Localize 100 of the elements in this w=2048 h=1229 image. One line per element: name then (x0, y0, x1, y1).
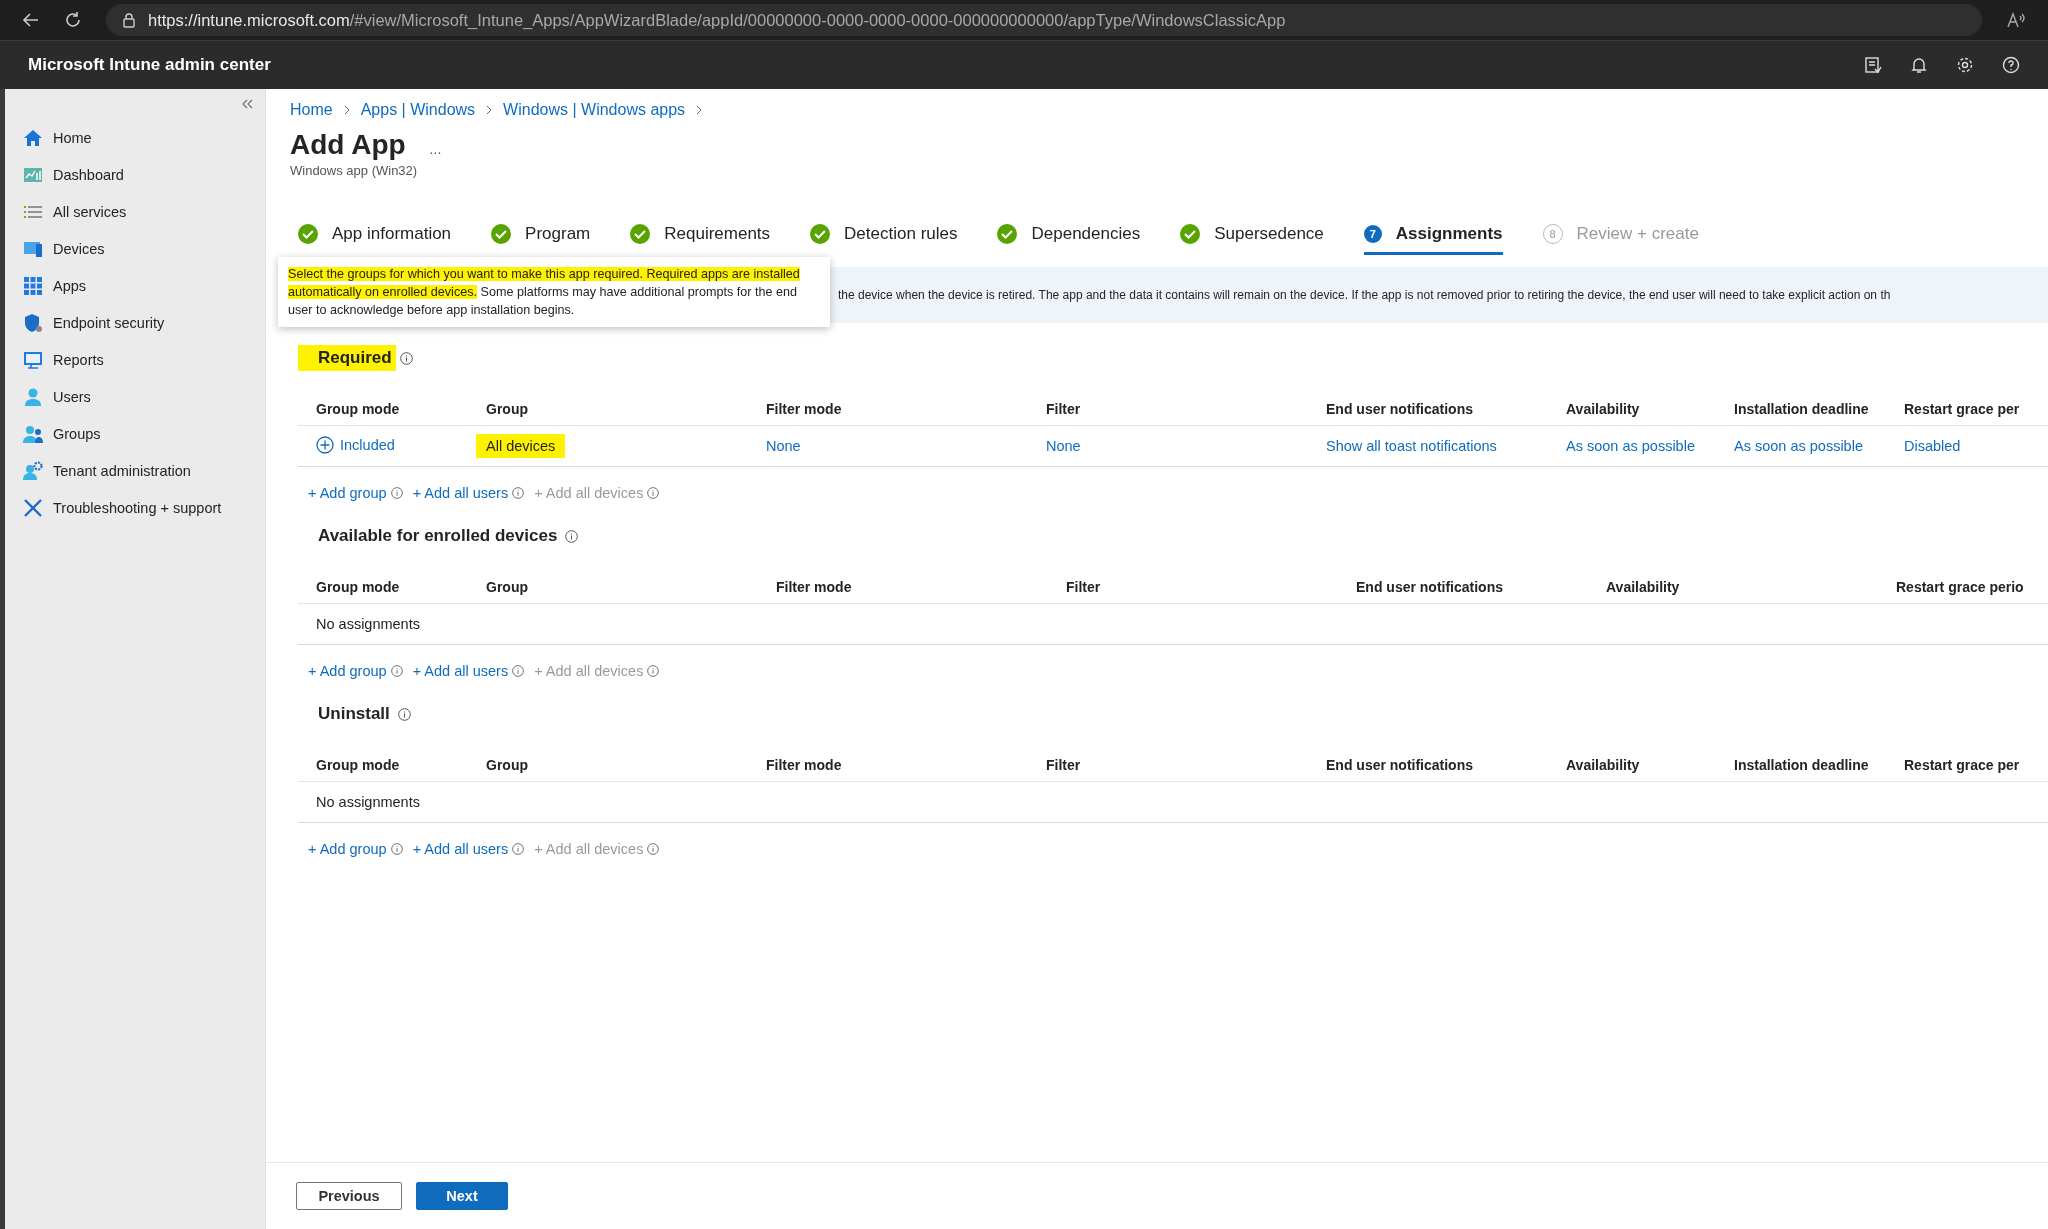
check-circle-icon (630, 224, 651, 244)
person-icon (23, 386, 43, 407)
column-header: End user notifications (1326, 401, 1474, 417)
check-circle-icon (997, 224, 1018, 244)
info-icon[interactable] (565, 529, 579, 543)
wizard-step-tab[interactable]: 7 Assignments (1363, 224, 1503, 255)
nav-item[interactable]: Apps (5, 267, 265, 304)
column-header: Group mode (316, 757, 401, 773)
breadcrumb-link[interactable]: Apps | Windows (360, 101, 476, 119)
url-text: https://intune.microsoft.com/#view/Microsoft_Intune_Apps/AppWizardBlade/appId/00000000-0000-0000-0000-000000000000/appType/WindowsClassicApp (148, 10, 1286, 30)
nav-item[interactable]: Dashboard (5, 156, 265, 193)
help-icon[interactable] (2002, 56, 2020, 74)
nav-item[interactable]: Groups (5, 415, 265, 452)
column-header: Group (486, 579, 529, 595)
info-icon[interactable] (647, 665, 660, 677)
previous-button[interactable]: Previous (296, 1182, 402, 1210)
column-header: Availability (1566, 401, 1641, 417)
table-link[interactable]: Disabled (1894, 434, 1971, 458)
table-link[interactable]: None (1036, 434, 1091, 458)
column-header: Filter mode (776, 579, 853, 595)
wizard-step-tab[interactable]: Detection rules (810, 224, 958, 255)
more-button[interactable]: ... (429, 141, 442, 157)
wizard-step-tab[interactable]: Requirements (630, 224, 771, 255)
column-header: Filter (1066, 579, 1102, 595)
breadcrumb-link[interactable]: Home (290, 101, 333, 119)
column-header: End user notifications (1326, 757, 1474, 773)
table-link[interactable]: None (756, 434, 811, 458)
nav-item[interactable]: Troubleshooting + support (5, 489, 265, 526)
table-cell: All devices (476, 434, 566, 458)
wizard-step-tab[interactable]: Program (491, 224, 591, 255)
notifications-icon[interactable] (1910, 56, 1928, 74)
info-icon[interactable] (397, 707, 411, 721)
group-mode-link[interactable]: Included (316, 435, 395, 454)
section-heading: Required (298, 345, 396, 371)
column-header: Restart grace perio (1896, 579, 2025, 595)
address-field[interactable]: https://intune.microsoft.com/#view/Microsoft_Intune_Apps/AppWizardBlade/appId/00000000-0000-0000-0000-000000000000/appType/WindowsClassicApp (106, 4, 1982, 36)
add-link[interactable]: + Add group (308, 485, 387, 501)
column-header: Group mode (316, 579, 401, 595)
shield-icon (23, 312, 43, 333)
next-button[interactable]: Next (416, 1182, 508, 1210)
column-header: Restart grace per (1904, 401, 2021, 417)
info-icon[interactable] (399, 351, 413, 365)
column-header: Restart grace per (1904, 757, 2021, 773)
info-icon[interactable] (647, 487, 660, 499)
read-aloud-icon[interactable] (2006, 11, 2026, 29)
info-icon[interactable] (512, 665, 525, 677)
column-header: Installation deadline (1734, 757, 1870, 773)
nav-item[interactable]: Home (5, 119, 265, 156)
section-heading: Uninstall (317, 703, 391, 725)
people-icon (23, 423, 43, 444)
check-circle-icon (810, 224, 831, 244)
info-icon[interactable] (390, 487, 403, 499)
info-icon[interactable] (390, 665, 403, 677)
table-link[interactable]: Show all toast notifications (1316, 434, 1507, 458)
empty-message: No assignments (316, 616, 420, 632)
person-gear-icon (23, 460, 43, 481)
table-link[interactable]: As soon as possible (1556, 434, 1705, 458)
banner-text: the device when the device is retired. The app and the data it contains will remain on the device. If the app is not removed prior to retiring the device, the end user will need to take explicit action on th (838, 288, 1891, 302)
feedback-icon[interactable] (1864, 56, 1882, 74)
house-icon (23, 127, 43, 148)
empty-message: No assignments (316, 794, 420, 810)
nav-item[interactable]: Endpoint security (5, 304, 265, 341)
nav-item[interactable]: Reports (5, 341, 265, 378)
nav-item[interactable]: Tenant administration (5, 452, 265, 489)
breadcrumb-link[interactable]: Windows | Windows apps (503, 101, 686, 119)
info-icon[interactable] (512, 487, 525, 499)
chevron-icon (695, 105, 704, 115)
nav-item[interactable]: Devices (5, 230, 265, 267)
info-icon[interactable] (512, 843, 525, 855)
refresh-icon[interactable] (64, 11, 82, 29)
add-link[interactable]: + Add all users (412, 841, 509, 857)
nav-item[interactable]: All services (5, 193, 265, 230)
page-subtitle: Windows app (Win32) (290, 163, 419, 178)
column-header: Group (486, 401, 529, 417)
check-circle-icon (1180, 224, 1201, 244)
lock-icon (122, 12, 136, 28)
add-link[interactable]: + Add group (308, 663, 387, 679)
back-icon[interactable] (22, 11, 40, 29)
add-link[interactable]: + Add all users (412, 663, 509, 679)
tooltip-text: Select the groups for which you want to make this app required. Required apps are installed automatically on enrolled devices. Some platforms may have additional prompts for the end user to acknowledge before app installation begins. (288, 266, 801, 319)
add-link[interactable]: + Add group (308, 841, 387, 857)
check-circle-icon (491, 224, 512, 244)
column-header: Availability (1606, 579, 1681, 595)
collapse-icon[interactable] (241, 99, 253, 109)
nav-item[interactable]: Users (5, 378, 265, 415)
add-link: + Add all devices (534, 663, 644, 679)
column-header: End user notifications (1356, 579, 1504, 595)
info-icon[interactable] (390, 843, 403, 855)
info-icon[interactable] (647, 843, 660, 855)
add-link: + Add all devices (534, 841, 644, 857)
add-link[interactable]: + Add all users (412, 485, 509, 501)
wizard-step-tab[interactable]: Dependencies (997, 224, 1141, 255)
wizard-step-tab[interactable]: App information (298, 224, 452, 255)
column-header: Installation deadline (1734, 401, 1870, 417)
column-header: Filter (1046, 757, 1082, 773)
table-link[interactable]: As soon as possible (1724, 434, 1873, 458)
plus-circle-icon (316, 435, 334, 454)
wizard-step-tab[interactable]: Supersedence (1180, 224, 1324, 255)
settings-icon[interactable] (1956, 56, 1974, 74)
column-header: Group mode (316, 401, 401, 417)
